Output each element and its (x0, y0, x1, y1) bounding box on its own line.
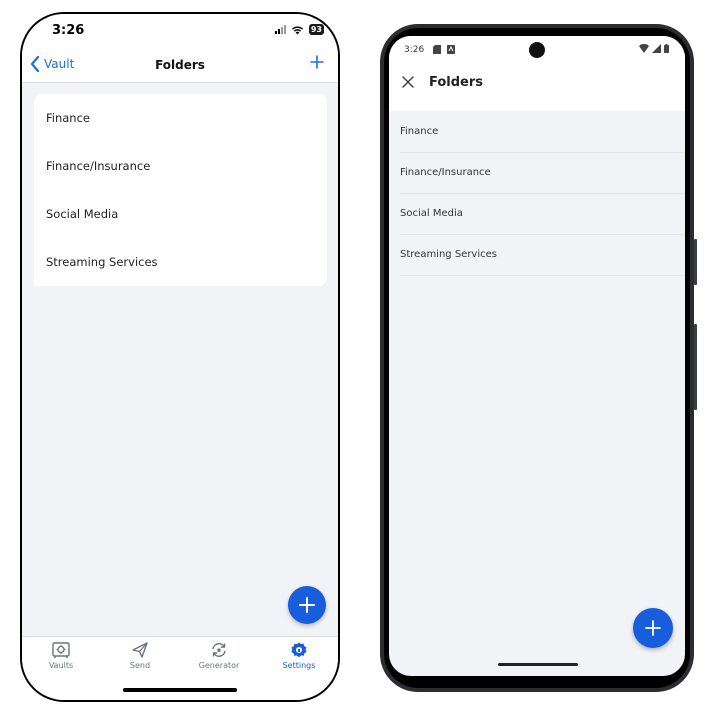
add-folder-button[interactable] (310, 54, 324, 73)
plus-icon (645, 620, 661, 636)
page-title: Folders (155, 58, 205, 72)
plus-icon (310, 55, 324, 69)
tab-generator[interactable]: Generator (189, 641, 249, 670)
ios-status-icons: 93 (274, 24, 324, 35)
add-folder-fab[interactable] (288, 586, 326, 624)
folder-item[interactable]: Finance/Insurance (34, 142, 327, 190)
android-status-icons (639, 44, 669, 53)
gesture-nav-bar (498, 663, 578, 666)
tab-send[interactable]: Send (110, 641, 170, 670)
folder-item[interactable]: Finance (400, 112, 685, 153)
plus-icon (299, 597, 315, 613)
cellular-signal-icon (274, 25, 286, 34)
tab-label: Send (129, 661, 151, 670)
folder-item[interactable]: Social Media (400, 194, 685, 235)
close-button[interactable] (401, 74, 415, 93)
notification-icon (447, 45, 455, 54)
wifi-icon (291, 25, 303, 34)
android-screen: 3:26 Folders Finance Finance/Insurance S… (389, 36, 685, 676)
send-icon (132, 642, 148, 658)
android-status-time: 3:26 (404, 45, 425, 55)
android-header: 3:26 Folders (389, 36, 685, 111)
android-device-frame: 3:26 Folders Finance Finance/Insurance S… (380, 24, 697, 692)
page-title: Folders (429, 75, 484, 90)
ios-screen: 3:26 93 Vault Folders Finance Finance/In… (22, 14, 338, 700)
tab-label: Generator (198, 661, 240, 670)
ios-header: 3:26 93 Vault Folders (22, 14, 338, 83)
tab-vaults[interactable]: Vaults (31, 641, 91, 670)
home-indicator (123, 688, 237, 692)
folder-item[interactable]: Finance/Insurance (400, 153, 685, 194)
tab-settings[interactable]: Settings (269, 641, 329, 670)
ios-status-time: 3:26 (52, 23, 85, 38)
folder-item[interactable]: Streaming Services (400, 235, 685, 276)
folder-list: Finance Finance/Insurance Social Media S… (34, 94, 327, 286)
tab-label: Settings (282, 661, 316, 670)
sim-card-icon (433, 45, 441, 54)
add-folder-fab[interactable] (633, 608, 673, 648)
folder-item[interactable]: Finance (34, 94, 327, 142)
generator-icon (212, 643, 226, 657)
front-camera (529, 42, 545, 58)
folder-item[interactable]: Streaming Services (34, 238, 327, 286)
ios-device-frame: 3:26 93 Vault Folders Finance Finance/In… (20, 12, 340, 702)
settings-icon (291, 642, 307, 658)
folder-list: Finance Finance/Insurance Social Media S… (400, 112, 685, 276)
close-icon (402, 76, 414, 88)
tab-label: Vaults (48, 661, 74, 670)
cellular-signal-icon (652, 44, 661, 53)
battery-icon (664, 44, 669, 53)
volume-button (694, 239, 697, 285)
folder-item[interactable]: Social Media (34, 190, 327, 238)
vault-icon (52, 642, 70, 658)
wifi-icon (639, 44, 649, 53)
notification-icons (433, 45, 455, 54)
power-button (694, 324, 697, 410)
battery-icon: 93 (308, 24, 324, 35)
